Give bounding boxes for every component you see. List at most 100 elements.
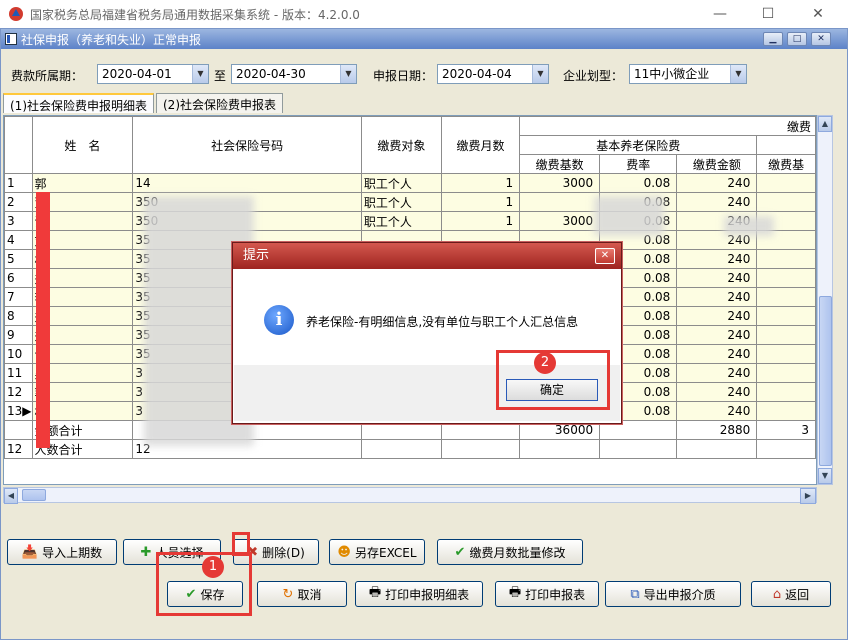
base2-cell[interactable]	[756, 344, 816, 364]
maximize-button[interactable]: ☐	[748, 0, 788, 28]
vertical-scroll-thumb[interactable]	[819, 296, 832, 466]
target-cell[interactable]: 职工个人	[360, 211, 442, 231]
scroll-up-icon[interactable]: ▲	[818, 116, 832, 132]
tab-strip: (1)社会保险费申报明细表 (2)社会保险费申报表	[3, 93, 285, 113]
rate-cell[interactable]: 0.08	[599, 173, 678, 193]
scroll-left-icon[interactable]: ◀	[4, 488, 18, 504]
batch-modify-button[interactable]: ✔ 缴费月数批量修改	[437, 539, 583, 565]
amount-cell[interactable]: 240	[676, 363, 758, 383]
base-cell[interactable]: 3000	[519, 211, 601, 231]
step-marker-2: 2	[534, 352, 556, 374]
base2-cell[interactable]	[756, 268, 816, 288]
amount-cell[interactable]: 240	[676, 344, 758, 364]
vertical-scrollbar[interactable]: ▲ ▼	[817, 115, 833, 485]
header-name[interactable]: 姓 名	[31, 116, 134, 174]
chevron-down-icon[interactable]: ▼	[340, 65, 356, 83]
row-number: 8	[4, 306, 33, 326]
base2-cell[interactable]	[756, 287, 816, 307]
amount-cell[interactable]: 240	[676, 382, 758, 402]
export-icon: ⧉	[630, 586, 640, 602]
header-base[interactable]: 缴费基数	[519, 154, 601, 174]
table-row[interactable]: 3谢350职工个人130000.08240	[4, 211, 816, 231]
amount-cell[interactable]: 240	[676, 401, 758, 421]
minimize-button[interactable]: —	[700, 0, 740, 28]
header-rate[interactable]: 费率	[599, 154, 678, 174]
row-number: 3	[4, 211, 33, 231]
target-cell[interactable]: 职工个人	[360, 192, 442, 212]
declare-date-value: 2020-04-04	[442, 67, 512, 81]
name-cell[interactable]: 郭	[31, 173, 134, 193]
inner-restore-button[interactable]: □	[787, 32, 807, 46]
row-number: 5	[4, 249, 33, 269]
print-detail-button[interactable]: 🖶 打印申报明细表	[355, 581, 483, 607]
dialog-close-button[interactable]: ✕	[595, 248, 615, 264]
base2-cell[interactable]	[756, 363, 816, 383]
scroll-down-icon[interactable]: ▼	[818, 468, 832, 484]
import-previous-button[interactable]: 📥 导入上期数	[7, 539, 117, 565]
base2-cell[interactable]	[756, 249, 816, 269]
header-target[interactable]: 缴费对象	[360, 116, 442, 174]
table-row[interactable]: 2董350职工个人10.08240	[4, 192, 816, 212]
base2-cell[interactable]	[756, 382, 816, 402]
horizontal-scrollbar[interactable]: ◀ ▶	[3, 487, 817, 504]
target-cell[interactable]: 职工个人	[360, 173, 442, 193]
header-ssn[interactable]: 社会保险号码	[132, 116, 362, 174]
enterprise-type-combo[interactable]: 11中小微企业 ▼	[629, 64, 747, 84]
row-number: 7	[4, 287, 33, 307]
months-cell[interactable]: 1	[440, 211, 521, 231]
declare-date-combo[interactable]: 2020-04-04 ▼	[437, 64, 549, 84]
inner-close-button[interactable]: ✕	[811, 32, 831, 46]
base-cell[interactable]	[519, 192, 601, 212]
horizontal-scroll-thumb[interactable]	[22, 489, 46, 501]
to-label: 至	[214, 69, 227, 83]
amount-cell[interactable]: 240	[676, 287, 758, 307]
enterprise-type-value: 11中小微企业	[634, 67, 710, 81]
months-cell[interactable]: 1	[440, 192, 521, 212]
period-start-value: 2020-04-01	[102, 67, 172, 81]
period-end-combo[interactable]: 2020-04-30 ▼	[231, 64, 357, 84]
header-payment-group: 缴费	[519, 116, 816, 136]
base2-cell[interactable]	[756, 192, 816, 212]
amount-cell[interactable]: 240	[676, 173, 758, 193]
chevron-down-icon[interactable]: ▼	[730, 65, 746, 83]
months-cell[interactable]: 1	[440, 173, 521, 193]
base2-cell[interactable]	[756, 173, 816, 193]
amount-cell[interactable]: 240	[676, 306, 758, 326]
inner-minimize-button[interactable]: ▁	[763, 32, 783, 46]
export-media-button[interactable]: ⧉ 导出申报介质	[605, 581, 741, 607]
amount-cell[interactable]: 240	[676, 249, 758, 269]
back-button[interactable]: ⌂ 返回	[751, 581, 831, 607]
save-highlight-tab	[232, 532, 250, 556]
chevron-down-icon[interactable]: ▼	[192, 65, 208, 83]
row-number: 2	[4, 192, 33, 212]
inner-title: 社保申报（养老和失业）正常申报	[21, 32, 202, 47]
info-icon: i	[264, 305, 294, 335]
save-excel-button[interactable]: ☻ 另存EXCEL	[329, 539, 425, 565]
tab-detail[interactable]: (1)社会保险费申报明细表	[3, 93, 154, 113]
scroll-right-icon[interactable]: ▶	[800, 488, 816, 504]
base2-cell[interactable]	[756, 401, 816, 421]
row-number: 11	[4, 363, 33, 383]
table-row[interactable]: 1 郭 14 职工个人 1 3000 0.08 240	[4, 173, 816, 193]
amount-cell[interactable]: 240	[676, 325, 758, 345]
base-cell[interactable]: 3000	[519, 173, 601, 193]
close-button[interactable]: ✕	[798, 0, 838, 28]
cancel-button[interactable]: ↻ 取消	[257, 581, 347, 607]
name-redaction	[36, 192, 50, 448]
period-start-combo[interactable]: 2020-04-01 ▼	[97, 64, 209, 84]
header-amount[interactable]: 缴费金额	[676, 154, 758, 174]
base2-cell[interactable]	[756, 306, 816, 326]
header-months[interactable]: 缴费月数	[440, 116, 521, 174]
import-icon: 📥	[21, 544, 39, 560]
row-number: 13▶	[4, 401, 33, 421]
tab-summary[interactable]: (2)社会保险费申报表	[156, 93, 283, 113]
chevron-down-icon[interactable]: ▼	[532, 65, 548, 83]
base2-cell[interactable]	[756, 325, 816, 345]
row-number: 12	[4, 382, 33, 402]
print-report-button[interactable]: 🖶 打印申报表	[495, 581, 599, 607]
add-person-icon: ✚	[140, 544, 152, 560]
amount-cell[interactable]: 240	[676, 268, 758, 288]
header-base-2[interactable]: 缴费基	[756, 154, 816, 174]
ssn-cell[interactable]: 14	[132, 173, 362, 193]
amount-cell[interactable]: 240	[676, 192, 758, 212]
